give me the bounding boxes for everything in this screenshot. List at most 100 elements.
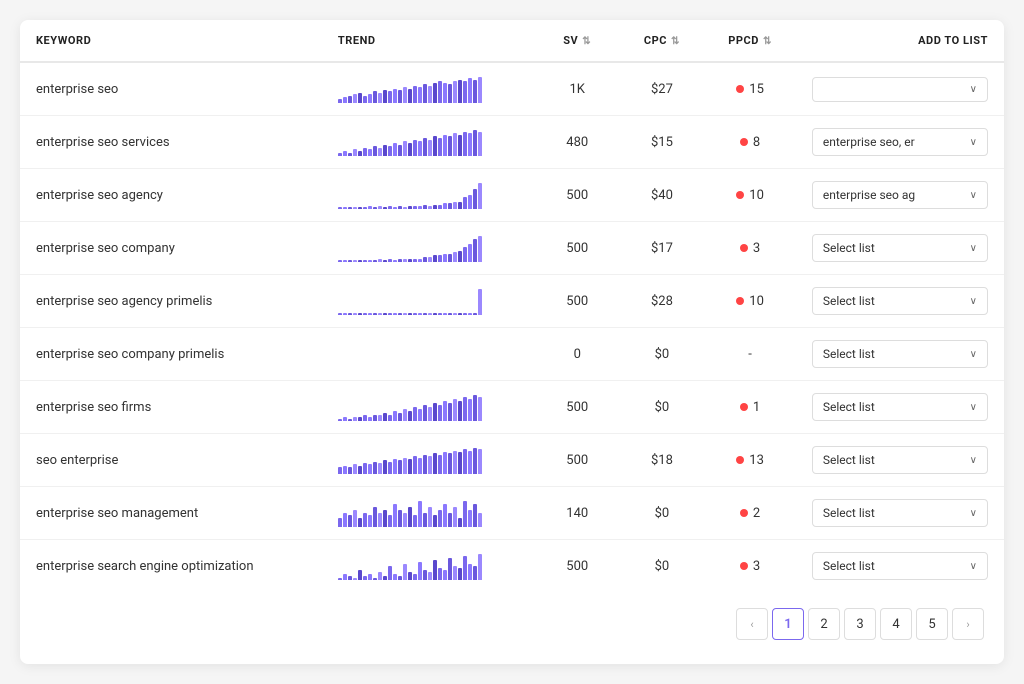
trend-bar [398, 90, 402, 103]
trend-bar [348, 515, 352, 527]
trend-bar [398, 145, 402, 156]
ppcd-dot [736, 456, 744, 464]
next-page-button[interactable]: › [952, 608, 984, 640]
trend-bar [378, 259, 382, 262]
addtolist-cell: Select list∨ [796, 487, 1004, 540]
page-button-4[interactable]: 4 [880, 608, 912, 640]
select-list-value: enterprise seo, er [823, 135, 915, 149]
ppcd-value-text: 15 [749, 82, 764, 97]
trend-bar [418, 259, 422, 262]
trend-bar [358, 466, 362, 474]
page-button-2[interactable]: 2 [808, 608, 840, 640]
sv-cell: 1K [535, 62, 620, 116]
trend-bar [428, 313, 432, 315]
select-list-dropdown[interactable]: enterprise seo, er∨ [812, 128, 988, 156]
ppcd-dot [740, 244, 748, 252]
trend-bar [458, 202, 462, 209]
select-list-dropdown[interactable]: Select list∨ [812, 287, 988, 315]
trend-bar [393, 504, 397, 527]
trend-bar [343, 417, 347, 421]
trend-bar [363, 96, 367, 103]
trend-bar [418, 458, 422, 474]
select-list-value: Select list [823, 294, 875, 308]
trend-bar [413, 140, 417, 156]
trend-bar [353, 149, 357, 156]
trend-bar [428, 86, 432, 103]
cpc-sort-icon[interactable]: ⇅ [671, 36, 680, 47]
trend-bar [428, 572, 432, 580]
trend-bar [433, 313, 437, 315]
trend-bar [433, 255, 437, 262]
trend-bar [373, 91, 377, 103]
chevron-down-icon: ∨ [970, 455, 977, 466]
trend-bar [468, 244, 472, 262]
trend-bar [378, 93, 382, 103]
select-list-dropdown[interactable]: Select list∨ [812, 340, 988, 368]
trend-bar [473, 130, 477, 156]
cpc-cell: $17 [620, 222, 705, 275]
page-button-5[interactable]: 5 [916, 608, 948, 640]
trend-bar [453, 81, 457, 103]
ppcd-cell: 10 [704, 169, 796, 222]
trend-bar [448, 203, 452, 209]
select-list-dropdown[interactable]: enterprise seo ag∨ [812, 181, 988, 209]
cpc-cell: $0 [620, 328, 705, 381]
trend-cell [322, 487, 535, 540]
trend-bar [393, 313, 397, 315]
select-list-dropdown[interactable]: Select list∨ [812, 234, 988, 262]
trend-bar [348, 313, 352, 315]
select-list-dropdown[interactable]: Select list∨ [812, 393, 988, 421]
trend-bar [443, 203, 447, 209]
trend-bar [448, 254, 452, 262]
trend-bar [428, 507, 432, 527]
prev-page-button[interactable]: ‹ [736, 608, 768, 640]
trend-bar [473, 448, 477, 474]
ppcd-cell: 15 [704, 62, 796, 116]
trend-bar [443, 83, 447, 103]
trend-bar [433, 205, 437, 209]
trend-bar [408, 507, 412, 527]
trend-bar [383, 260, 387, 262]
select-list-dropdown[interactable]: Select list∨ [812, 446, 988, 474]
trend-bar [448, 313, 452, 315]
trend-bar [353, 417, 357, 421]
select-list-dropdown[interactable]: Select list∨ [812, 552, 988, 580]
trend-bar [383, 90, 387, 103]
trend-bar [358, 570, 362, 580]
sv-sort-icon[interactable]: ⇅ [582, 36, 591, 47]
ppcd-value-text: 10 [749, 294, 764, 309]
trend-bar [473, 80, 477, 103]
trend-bar [403, 141, 407, 156]
select-list-dropdown[interactable]: ∨ [812, 77, 988, 102]
trend-bar [363, 415, 367, 421]
table-row: seo enterprise500$1813Select list∨ [20, 434, 1004, 487]
addtolist-cell: Select list∨ [796, 540, 1004, 593]
trend-bar [438, 568, 442, 580]
select-list-dropdown[interactable]: Select list∨ [812, 499, 988, 527]
trend-bar [413, 407, 417, 421]
ppcd-sort-icon[interactable]: ⇅ [763, 36, 772, 47]
trend-bar [343, 260, 347, 262]
trend-bar [393, 260, 397, 262]
trend-bar [443, 570, 447, 580]
trend-bar [363, 260, 367, 262]
trend-bar [378, 206, 382, 209]
ppcd-dot [736, 85, 744, 93]
trend-bar [478, 554, 482, 580]
page-button-3[interactable]: 3 [844, 608, 876, 640]
addtolist-cell: Select list∨ [796, 434, 1004, 487]
table-row: enterprise search engine optimization500… [20, 540, 1004, 593]
trend-bar [368, 574, 372, 580]
trend-bar [458, 80, 462, 103]
trend-bar [438, 138, 442, 156]
trend-bar [378, 572, 382, 580]
select-list-value: Select list [823, 347, 875, 361]
ppcd-value-text: 13 [749, 453, 764, 468]
trend-bar [348, 260, 352, 262]
page-button-1[interactable]: 1 [772, 608, 804, 640]
addtolist-cell: Select list∨ [796, 222, 1004, 275]
trend-bar [373, 415, 377, 421]
trend-bar [393, 89, 397, 103]
trend-bar [388, 146, 392, 156]
trend-bar [373, 462, 377, 474]
